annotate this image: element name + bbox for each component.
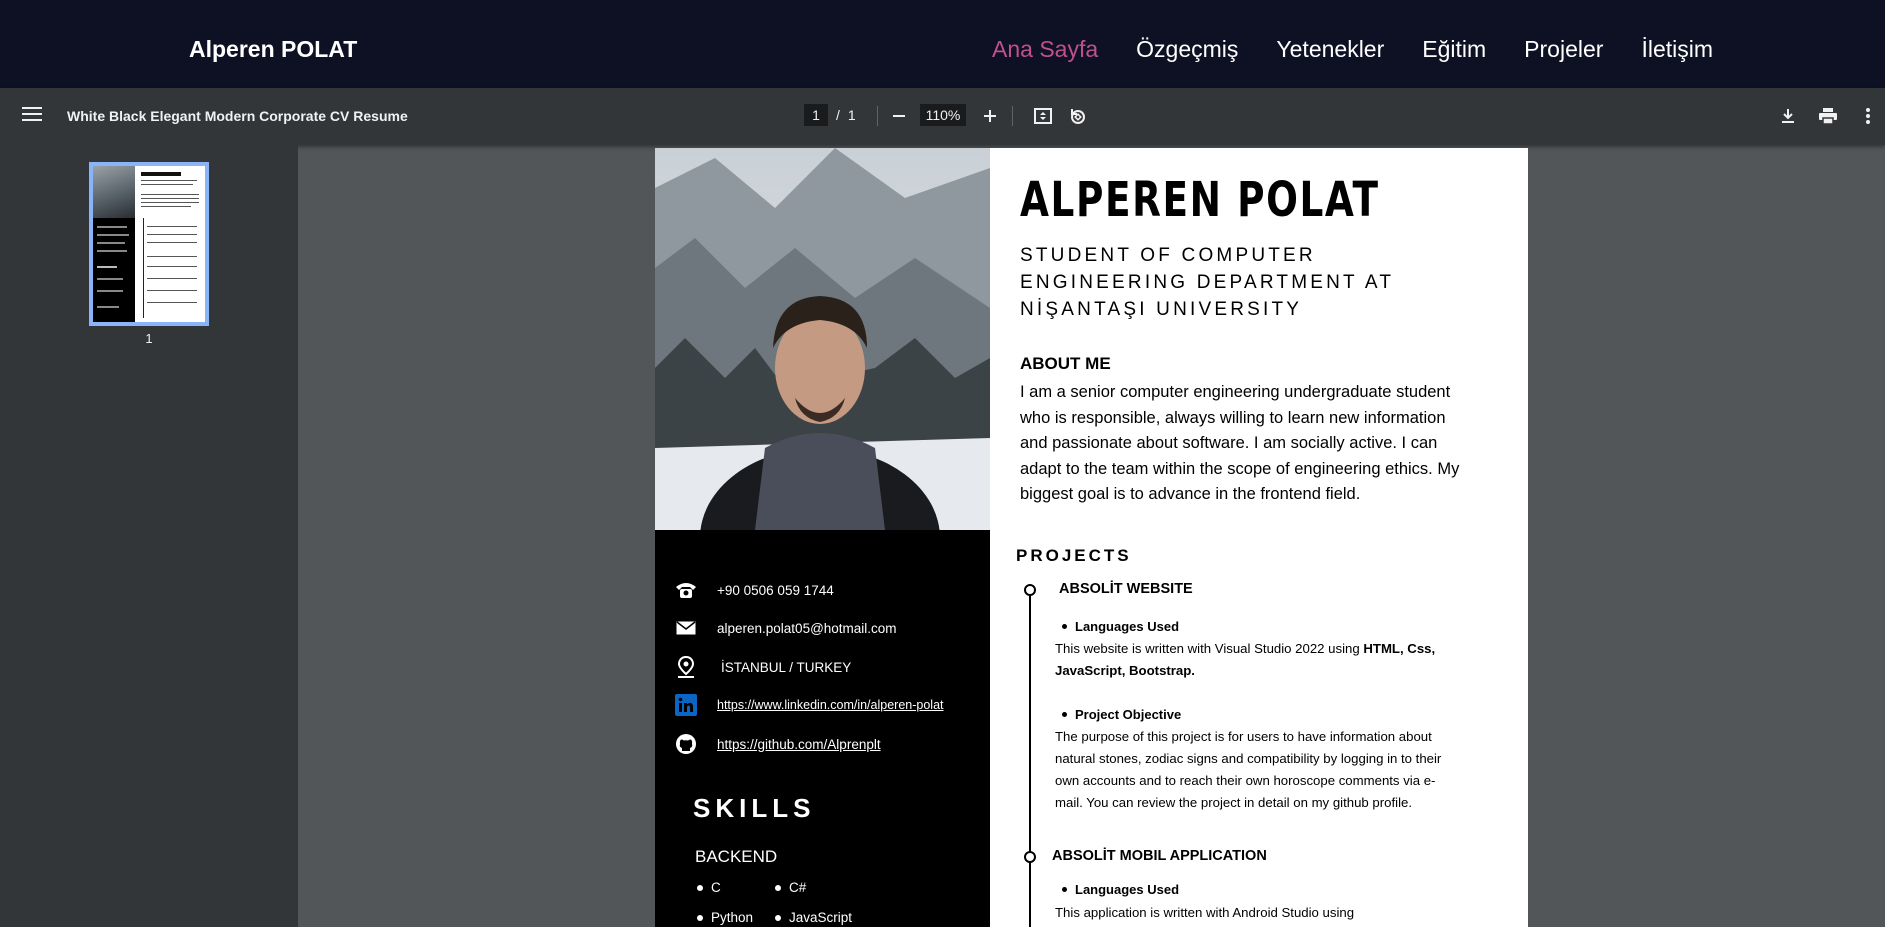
more-options-icon[interactable] <box>1856 104 1880 128</box>
toolbar-divider <box>1012 106 1013 126</box>
contact-email: alperen.polat05@hotmail.com <box>675 617 897 639</box>
skill-item: Python <box>697 910 753 925</box>
linkedin-icon <box>675 694 697 716</box>
nav-link-ozgecmis[interactable]: Özgeçmiş <box>1136 36 1238 63</box>
zoom-out-icon[interactable] <box>887 104 911 128</box>
location-pin-icon <box>675 656 697 678</box>
timeline-dot <box>1024 584 1036 596</box>
email-icon <box>675 617 697 639</box>
page-thumbnail[interactable] <box>89 162 209 326</box>
nav-links: Ana Sayfa Özgeçmiş Yetenekler Eğitim Pro… <box>992 36 1713 63</box>
github-icon <box>675 733 697 755</box>
skills-heading: SKILLS <box>693 793 816 823</box>
phone-icon <box>675 579 697 601</box>
backend-heading: BACKEND <box>695 847 778 866</box>
cv-right-column: ALPEREN POLAT STUDENT OF COMPUTER ENGINE… <box>990 148 1528 927</box>
page-indicator: / 1 <box>804 104 856 126</box>
cv-left-column: +90 0506 059 1744 alperen.polat05@hotmai… <box>655 148 990 927</box>
document-title: White Black Elegant Modern Corporate CV … <box>67 108 408 124</box>
contact-location: İSTANBUL / TURKEY <box>675 656 851 678</box>
nav-link-projeler[interactable]: Projeler <box>1524 36 1603 63</box>
projects-heading: PROJECTS <box>1016 546 1132 565</box>
email-address: alperen.polat05@hotmail.com <box>717 620 897 636</box>
nav-link-egitim[interactable]: Eğitim <box>1422 36 1486 63</box>
phone-number: +90 0506 059 1744 <box>717 582 834 598</box>
languages-text: This application is written with Android… <box>1055 905 1355 920</box>
site-navbar: Alperen POLAT Ana Sayfa Özgeçmiş Yetenek… <box>0 0 1885 88</box>
pdf-toolbar: White Black Elegant Modern Corporate CV … <box>0 88 1885 145</box>
skill-item: JavaScript <box>775 910 852 925</box>
thumbnail-page-number: 1 <box>145 331 153 346</box>
languages-text: This website is written with Visual Stud… <box>1055 641 1436 678</box>
objective-label: Project Objective <box>1062 707 1181 722</box>
project-title: ABSOLİT WEBSITE <box>1059 581 1193 597</box>
nav-link-iletisim[interactable]: İletişim <box>1641 36 1713 63</box>
about-heading: ABOUT ME <box>1020 354 1111 373</box>
zoom-in-icon[interactable] <box>978 104 1002 128</box>
rotate-icon[interactable] <box>1066 104 1090 128</box>
languages-label: Languages Used <box>1062 619 1179 634</box>
location-text: İSTANBUL / TURKEY <box>721 659 852 675</box>
fit-page-icon[interactable] <box>1031 104 1055 128</box>
nav-link-yetenekler[interactable]: Yetenekler <box>1276 36 1384 63</box>
profile-photo <box>655 148 990 530</box>
objective-text: The purpose of this project is for users… <box>1055 729 1442 810</box>
total-pages: 1 <box>847 107 856 123</box>
page-number-input[interactable] <box>804 104 828 126</box>
site-brand[interactable]: Alperen POLAT <box>189 36 357 63</box>
project-title: ABSOLİT MOBIL APPLICATION <box>1052 848 1267 864</box>
page-separator: / <box>836 107 840 123</box>
skill-item: C <box>697 880 721 895</box>
timeline-dot <box>1024 851 1036 863</box>
toolbar-divider <box>877 106 878 126</box>
download-icon[interactable] <box>1776 104 1800 128</box>
thumbnail-sidebar: 1 <box>0 145 298 927</box>
cv-subtitle: STUDENT OF COMPUTER ENGINEERING DEPARTME… <box>1020 245 1394 320</box>
nav-link-ana-sayfa[interactable]: Ana Sayfa <box>992 36 1098 63</box>
zoom-level[interactable]: 110% <box>920 104 966 126</box>
github-link[interactable]: https://github.com/Alprenplt <box>717 737 881 752</box>
pdf-page: +90 0506 059 1744 alperen.polat05@hotmai… <box>655 148 1528 927</box>
skill-item: C# <box>775 880 806 895</box>
languages-label: Languages Used <box>1062 882 1179 897</box>
contact-github: https://github.com/Alprenplt <box>675 733 881 755</box>
about-text: I am a senior computer engineering under… <box>1020 383 1460 504</box>
projects-timeline <box>1029 586 1031 927</box>
contact-phone: +90 0506 059 1744 <box>675 579 834 601</box>
linkedin-link[interactable]: https://www.linkedin.com/in/alperen-pola… <box>717 698 944 712</box>
contact-linkedin: https://www.linkedin.com/in/alperen-pola… <box>675 694 944 716</box>
menu-icon[interactable] <box>22 107 42 125</box>
print-icon[interactable] <box>1816 104 1840 128</box>
cv-name: ALPEREN POLAT <box>1020 172 1380 228</box>
